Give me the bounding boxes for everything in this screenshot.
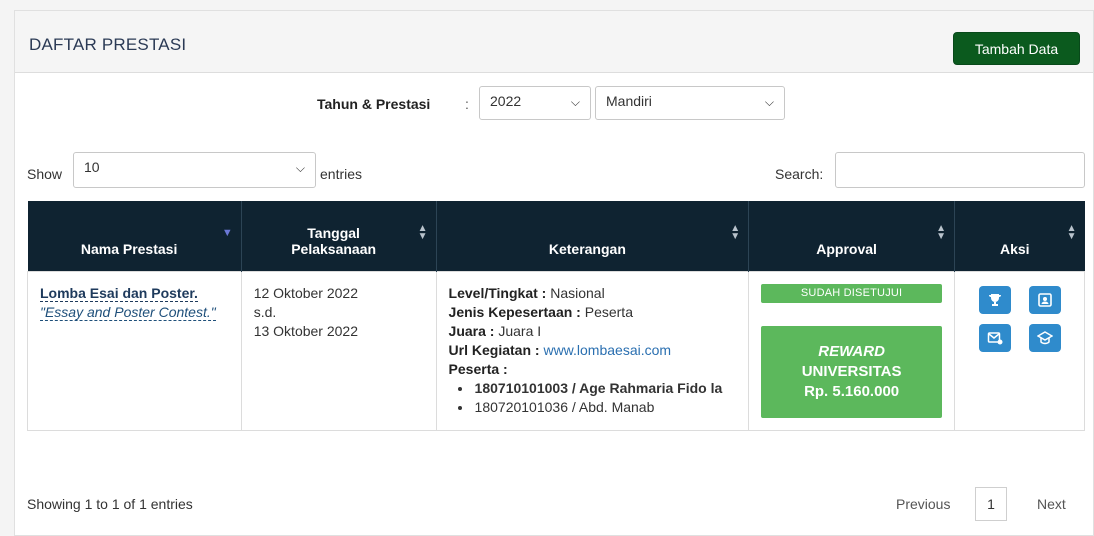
graduation-cap-icon bbox=[1036, 330, 1053, 344]
prestasi-table: Nama Prestasi ▼ Tanggal Pelaksanaan ▲ ▼ K… bbox=[27, 201, 1085, 431]
column-header-tanggal[interactable]: Tanggal Pelaksanaan ▲ ▼ bbox=[241, 201, 437, 271]
juara-value: Juara I bbox=[498, 322, 542, 339]
pagination-next[interactable]: Next bbox=[1037, 496, 1066, 512]
url-line: Url Kegiatan : www.lombaesai.com bbox=[449, 341, 737, 360]
peserta-label: Peserta : bbox=[448, 360, 508, 377]
cell-keterangan: Level/Tingkat : Nasional Jenis Kepeserta… bbox=[435, 270, 750, 431]
filter-label: Tahun & Prestasi bbox=[317, 96, 431, 112]
filter-colon: : bbox=[465, 96, 469, 112]
add-data-button[interactable]: Tambah Data bbox=[953, 32, 1080, 65]
entries-length-value: 10 bbox=[84, 159, 100, 175]
column-label: Tanggal Pelaksanaan bbox=[291, 224, 377, 257]
id-card-icon bbox=[1037, 292, 1052, 307]
page-title: DAFTAR PRESTASI bbox=[29, 35, 187, 54]
filter-row: Tahun & Prestasi : 2022 ⌵ Mandiri ⌵ bbox=[15, 86, 1093, 120]
search-input[interactable] bbox=[835, 152, 1085, 188]
column-header-nama[interactable]: Nama Prestasi ▼ bbox=[27, 201, 242, 271]
search-label: Search: bbox=[775, 166, 824, 182]
reward-amount: Rp. 5.160.000 bbox=[804, 382, 900, 400]
pagination-page-1[interactable]: 1 bbox=[975, 487, 1007, 521]
chevron-down-icon: ⌵ bbox=[764, 95, 774, 109]
prestasi-name-link[interactable]: Lomba Esai dan Poster. bbox=[40, 284, 198, 302]
column-header-approval[interactable]: Approval ▲ ▼ bbox=[748, 201, 956, 271]
year-select-value: 2022 bbox=[490, 93, 522, 109]
url-label: Url Kegiatan : bbox=[448, 341, 540, 358]
level-value: Nasional bbox=[550, 284, 605, 301]
peserta-item: 180710101003 / Age Rahmaria Fido la bbox=[473, 379, 737, 398]
cell-aksi bbox=[954, 270, 1085, 431]
cell-nama: Lomba Esai dan Poster. "Essay and Poster… bbox=[27, 270, 242, 431]
chevron-down-icon: ⌵ bbox=[295, 161, 305, 175]
cell-tanggal: 12 Oktober 2022 s.d. 13 Oktober 2022 bbox=[240, 270, 437, 431]
reward-box: REWARD UNIVERSITAS Rp. 5.160.000 bbox=[761, 325, 943, 418]
entries-length-select[interactable]: 10 ⌵ bbox=[73, 152, 316, 188]
column-header-aksi[interactable]: Aksi ▲ ▼ bbox=[954, 201, 1085, 271]
entries-label: entries bbox=[320, 166, 363, 182]
id-card-button[interactable] bbox=[1028, 285, 1061, 314]
chevron-down-icon: ⌵ bbox=[570, 95, 580, 109]
jenis-line: Jenis Kepesertaan : Peserta bbox=[449, 303, 737, 322]
sort-icon: ▲ ▼ bbox=[1066, 223, 1077, 242]
trophy-button[interactable] bbox=[978, 285, 1011, 314]
trophy-icon bbox=[988, 293, 1001, 306]
sort-icon: ▲ ▼ bbox=[417, 223, 428, 242]
end-date: 13 Oktober 2022 bbox=[253, 322, 358, 339]
year-select[interactable]: 2022 ⌵ bbox=[479, 86, 591, 120]
peserta-item: 180720101036 / Abd. Manab bbox=[473, 398, 737, 417]
column-label: Approval bbox=[816, 240, 877, 257]
column-label: Aksi bbox=[999, 240, 1030, 257]
cell-approval: SUDAH DISETUJUI REWARD UNIVERSITAS Rp. 5… bbox=[748, 270, 956, 431]
panel-header: DAFTAR PRESTASI Tambah Data bbox=[15, 11, 1093, 73]
pagination-previous[interactable]: Previous bbox=[896, 496, 950, 512]
reward-source: UNIVERSITAS bbox=[801, 362, 902, 380]
prestasi-name-en-link[interactable]: "Essay and Poster Contest." bbox=[40, 303, 216, 321]
peserta-list: 180710101003 / Age Rahmaria Fido la 1807… bbox=[473, 379, 737, 417]
approval-status-badge: SUDAH DISETUJUI bbox=[761, 283, 943, 303]
event-url-link[interactable]: www.lombaesai.com bbox=[543, 342, 671, 358]
table-controls: Show 10 ⌵ entries Search: bbox=[15, 152, 1093, 188]
prestasi-panel: DAFTAR PRESTASI Tambah Data Tahun & Pres… bbox=[14, 10, 1094, 536]
jenis-value: Peserta bbox=[584, 303, 633, 320]
mail-button[interactable] bbox=[978, 323, 1011, 352]
juara-line: Juara : Juara I bbox=[449, 322, 737, 341]
reward-label: REWARD bbox=[818, 342, 885, 360]
prestasi-type-select[interactable]: Mandiri ⌵ bbox=[595, 86, 785, 120]
graduation-cap-button[interactable] bbox=[1028, 323, 1061, 352]
date-separator: s.d. bbox=[253, 303, 277, 320]
table-header-row: Nama Prestasi ▼ Tanggal Pelaksanaan ▲ ▼ K… bbox=[27, 201, 1085, 271]
action-buttons bbox=[967, 284, 1072, 352]
juara-label: Juara : bbox=[448, 322, 495, 339]
level-line: Level/Tingkat : Nasional bbox=[449, 284, 737, 303]
column-label: Keterangan bbox=[548, 240, 626, 257]
jenis-label: Jenis Kepesertaan : bbox=[448, 303, 581, 320]
start-date: 12 Oktober 2022 bbox=[253, 284, 358, 301]
sort-asc-icon: ▼ bbox=[221, 227, 233, 239]
level-label: Level/Tingkat : bbox=[448, 284, 547, 301]
mail-icon bbox=[987, 331, 1002, 344]
table-row: Lomba Esai dan Poster. "Essay and Poster… bbox=[27, 270, 1085, 431]
column-header-keterangan[interactable]: Keterangan ▲ ▼ bbox=[436, 201, 750, 271]
table-info: Showing 1 to 1 of 1 entries bbox=[27, 496, 193, 512]
sort-icon: ▲ ▼ bbox=[730, 223, 741, 242]
type-select-value: Mandiri bbox=[606, 93, 652, 109]
column-label: Nama Prestasi bbox=[80, 240, 178, 257]
sort-icon: ▲ ▼ bbox=[936, 223, 947, 242]
show-label: Show bbox=[27, 166, 63, 182]
